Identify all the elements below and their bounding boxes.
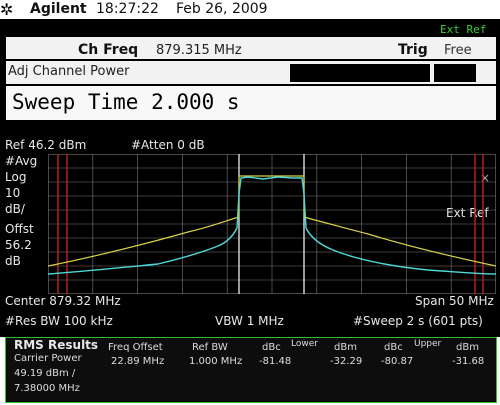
brand-name: Agilent xyxy=(30,1,87,17)
resolution-bandwidth: #Res BW 100 kHz xyxy=(5,314,113,328)
results-title: RMS Results xyxy=(14,338,99,352)
trig-label: Trig xyxy=(398,42,428,58)
lower-dbc-header: dBc xyxy=(262,342,281,353)
upper-dbc-value: -80.87 xyxy=(381,356,414,367)
ch-freq-label: Ch Freq xyxy=(78,42,139,58)
clock-date: Feb 26, 2009 xyxy=(176,1,268,17)
carrier-power-value: 49.19 dBm / xyxy=(14,368,76,379)
spectrum-plot xyxy=(48,154,496,294)
lower-dbm-header: dBm xyxy=(334,342,357,353)
plot-grid xyxy=(48,154,496,294)
mode-status-field xyxy=(290,64,430,82)
carrier-power-label: Carrier Power xyxy=(14,353,82,364)
scale-type-label: Log xyxy=(5,170,27,184)
sweep-time-entry[interactable]: Sweep Time 2.000 s xyxy=(12,90,240,114)
ref-level: Ref 46.2 dBm xyxy=(5,138,87,152)
mode-status-field-2 xyxy=(434,64,476,82)
scale-value-label: 10 xyxy=(5,186,21,200)
offset-value-label: 56.2 xyxy=(5,238,32,252)
upper-dbm-header: dBm xyxy=(456,342,479,353)
clock-time: 18:27:22 xyxy=(96,1,159,17)
avg-label: #Avg xyxy=(5,154,38,168)
upper-dbm-value: -31.68 xyxy=(452,356,485,367)
video-bandwidth: VBW 1 MHz xyxy=(215,314,284,328)
freq-offset-header: Freq Offset xyxy=(108,342,163,353)
trig-value[interactable]: Free xyxy=(444,43,472,58)
measurement-mode: Adj Channel Power xyxy=(8,64,130,79)
ref-bw-value: 1.000 MHz xyxy=(189,356,243,367)
lower-dbc-value: -81.48 xyxy=(259,356,292,367)
upper-dbc-header: dBc xyxy=(384,342,403,353)
offset-label: Offst xyxy=(5,222,34,236)
center-frequency: Center 879.32 MHz xyxy=(5,294,121,308)
lower-header: Lower xyxy=(291,339,318,349)
lower-dbm-value: -32.29 xyxy=(330,356,363,367)
ch-freq-value[interactable]: 879.315 MHz xyxy=(156,43,242,58)
offset-unit-label: dB xyxy=(5,254,21,268)
freq-offset-value: 22.89 MHz xyxy=(111,356,165,367)
carrier-bandwidth: 7.38000 MHz xyxy=(14,383,80,394)
upper-header: Upper xyxy=(414,339,442,349)
scale-unit-label: dB/ xyxy=(5,202,25,216)
agilent-logo-icon: ✲ xyxy=(0,0,14,19)
span: Span 50 MHz xyxy=(415,294,494,308)
ext-ref-indicator: Ext Ref xyxy=(440,23,487,36)
attenuation: #Atten 0 dB xyxy=(131,138,205,152)
ref-bw-header: Ref BW xyxy=(192,342,228,353)
sweep-info: #Sweep 2 s (601 pts) xyxy=(353,314,483,328)
